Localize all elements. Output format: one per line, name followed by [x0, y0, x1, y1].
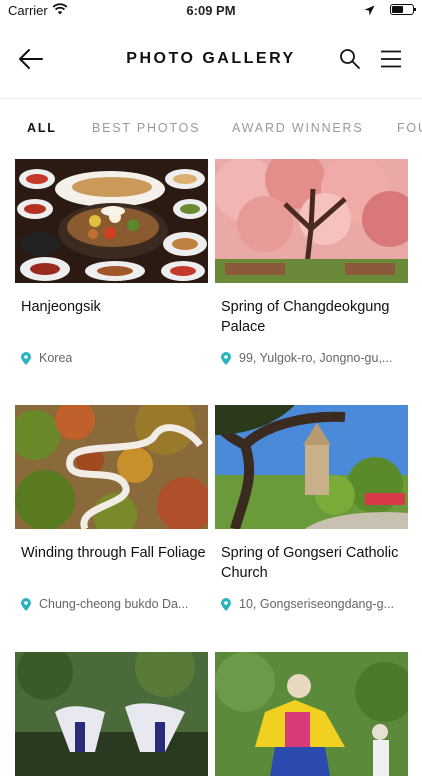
tab-best-photos[interactable]: BEST PHOTOS [92, 121, 200, 135]
gallery-card[interactable]: Spring of Changdeokgung Palace 99, Yulgo… [215, 159, 408, 365]
gallery-card[interactable]: Winding through Fall Foliage Chung-cheon… [15, 405, 208, 611]
location-pin-icon [21, 351, 31, 365]
tab-four[interactable]: FOU [397, 121, 422, 135]
app-header: PHOTO GALLERY [0, 22, 422, 99]
status-time: 6:09 PM [186, 3, 236, 18]
card-location: Korea [15, 351, 208, 365]
card-title: Spring of Changdeokgung Palace [221, 299, 390, 335]
location-pin-icon [221, 351, 231, 365]
location-text: 99, Yulgok-ro, Jongno-gu,... [239, 351, 393, 365]
gallery-card[interactable] [15, 652, 208, 776]
tab-award-winners[interactable]: AWARD WINNERS [232, 121, 364, 135]
status-bar: Carrier 6:09 PM [0, 0, 422, 22]
pink-tree-icon [215, 159, 408, 283]
korean-food-icon [15, 159, 208, 283]
category-tabs: ALL BEST PHOTOS AWARD WINNERS FOU [0, 99, 422, 157]
card-title: Hanjeongsik [21, 299, 101, 315]
location-arrow-icon [364, 4, 375, 19]
card-location: 10, Gongseriseongdang-g... [215, 597, 408, 611]
card-title: Spring of Gongseri Catholic Church [221, 545, 399, 581]
card-location: Chung-cheong bukdo Da... [15, 597, 208, 611]
location-pin-icon [21, 597, 31, 611]
gallery-card[interactable]: Hanjeongsik Korea [15, 159, 208, 365]
dancers-icon [15, 652, 208, 776]
winding-road-icon [15, 405, 208, 529]
hamburger-menu-icon[interactable] [380, 50, 402, 68]
mask-dancer-icon [215, 652, 408, 776]
card-title: Winding through Fall Foliage [21, 545, 206, 561]
card-location: 99, Yulgok-ro, Jongno-gu,... [215, 351, 408, 365]
tab-all[interactable]: ALL [27, 121, 57, 135]
gallery-card[interactable] [215, 652, 408, 776]
gallery-card[interactable]: Spring of Gongseri Catholic Church 10, G… [215, 405, 408, 611]
church-tree-icon [215, 405, 408, 529]
search-icon[interactable] [339, 48, 361, 70]
location-pin-icon [221, 597, 231, 611]
location-text: Chung-cheong bukdo Da... [39, 597, 189, 611]
location-text: 10, Gongseriseongdang-g... [239, 597, 394, 611]
battery-icon [390, 4, 416, 15]
location-text: Korea [39, 351, 73, 365]
